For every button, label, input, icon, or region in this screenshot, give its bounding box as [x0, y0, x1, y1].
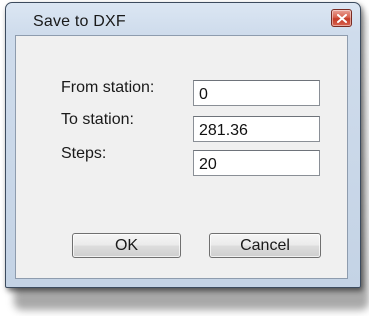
to-station-label: To station:: [61, 111, 134, 128]
close-icon: [337, 14, 347, 23]
ok-button[interactable]: OK: [72, 233, 181, 258]
from-station-label: From station:: [61, 79, 155, 96]
from-station-input[interactable]: [193, 80, 320, 106]
close-button[interactable]: [331, 9, 352, 27]
title-bar[interactable]: Save to DXF: [6, 3, 360, 35]
steps-label: Steps:: [61, 145, 107, 162]
screen: Save to DXF From station: To station: St…: [0, 0, 369, 316]
cancel-button[interactable]: Cancel: [209, 233, 321, 258]
save-to-dxf-dialog: Save to DXF From station: To station: St…: [5, 2, 361, 288]
dialog-body: From station: To station: Steps: OK Canc…: [15, 35, 348, 279]
steps-input[interactable]: [193, 150, 320, 176]
to-station-input[interactable]: [193, 116, 320, 142]
window-title: Save to DXF: [33, 13, 126, 30]
